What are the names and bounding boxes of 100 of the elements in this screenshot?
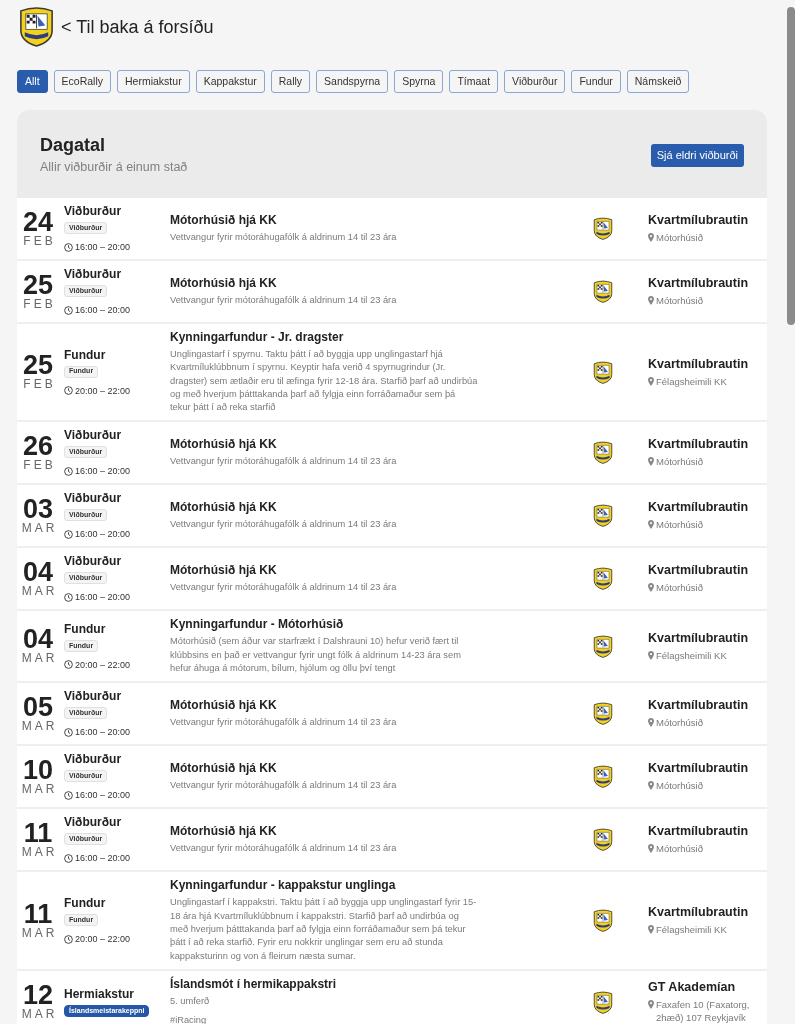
event-day: 25 — [22, 353, 53, 378]
filter-button[interactable]: Kappakstur — [195, 70, 265, 93]
event-month: FEB — [22, 296, 56, 311]
club-logo — [593, 828, 613, 852]
event-description: Vettvangur fyrir mótoráhugafólk á aldrinum 14 til 23 ára — [170, 293, 398, 307]
club-logo — [593, 504, 613, 528]
venue-name: Kvartmílubrautin — [648, 437, 749, 453]
event-category: Viðburður — [64, 554, 123, 570]
map-pin-icon — [648, 457, 654, 467]
clock-icon — [64, 727, 73, 737]
event-month: MAR — [20, 521, 58, 535]
club-logo — [593, 360, 613, 384]
map-pin-icon — [648, 718, 654, 728]
event-day: 04 — [22, 627, 53, 652]
clock-icon — [64, 853, 73, 863]
venue-address: Mótorhúsið — [656, 455, 703, 469]
event-title: Mótorhúsið hjá KK — [170, 698, 278, 714]
filter-button[interactable]: Hermiakstur — [117, 70, 190, 93]
event-description: Unglingastarf í kappakstri. Taktu þátt í að byggja upp unglingastarf fyrir 15-18 ára hjá Kvartmíluklúbbnum í kappakstri. Starfið þarf að undirbúa og með hverjum þátttakanda þarf að fylgja einn forráðamaður sem þá tekur þátt í að reka starfið. Fyrir eru nokkrir unglingar sem eru að stunda kappaksturinn og von á fleirum næsta sumar. — [170, 896, 478, 963]
filter-button[interactable]: Tímaat — [449, 70, 499, 93]
venue-address: Félagsheimili KK — [656, 374, 727, 388]
event-description: Vettvangur fyrir mótoráhugafólk á aldrinum 14 til 23 ára — [170, 842, 398, 856]
clock-icon — [64, 593, 73, 602]
calendar-title: Dagatal — [40, 133, 107, 156]
venue-name: Kvartmílubrautin — [648, 630, 749, 646]
event-month: MAR — [20, 651, 58, 666]
event-description: Vettvangur fyrir mótoráhugafólk á aldrinum 14 til 23 ára — [170, 581, 398, 595]
event-category: Viðburður — [64, 752, 123, 768]
event-day: 03 — [22, 497, 53, 521]
map-pin-icon — [648, 296, 654, 305]
filter-button[interactable]: Fundur — [571, 70, 621, 93]
filter-button[interactable]: Spyrna — [394, 70, 444, 93]
filter-button[interactable]: EcoRally — [53, 70, 112, 93]
event-month: MAR — [20, 781, 58, 796]
club-logo — [593, 909, 613, 933]
event-description: Mótorhúsið (sem áður var starfrækt í Dalshrauni 10) hefur verið fært til klúbbsins en það er vettvangur fyrir ungt fólk á aldrinum 14-23 ára sem hefur áhuga á mótorum, bílum, hjólum og öllu því tengt — [170, 635, 462, 676]
venue-name: GT Akademían — [648, 980, 737, 996]
venue-address: Mótorhúsið — [656, 779, 703, 793]
event-day: 05 — [22, 694, 53, 719]
event-title: Mótorhúsið hjá KK — [170, 761, 278, 777]
event-day: 11 — [23, 820, 53, 845]
event-category: Viðburður — [64, 204, 123, 219]
event-day: 11 — [23, 901, 53, 926]
map-pin-icon — [648, 376, 654, 386]
older-events-button[interactable]: Sjá eldri viðburði — [650, 143, 744, 167]
clock-icon — [64, 467, 73, 476]
filter-button[interactable]: Viðburður — [504, 70, 566, 93]
event-description: Vettvangur fyrir mótoráhugafólk á aldrinum 14 til 23 ára — [170, 518, 398, 532]
scrollbar-thumb[interactable] — [787, 7, 795, 325]
event-description: 5. umferð — [170, 994, 211, 1008]
event-month: MAR — [20, 718, 58, 733]
filter-button[interactable]: Allt — [17, 70, 48, 93]
clock-icon — [64, 934, 73, 944]
event-title: Kynningarfundur - Mótorhúsið — [170, 617, 345, 633]
clock-icon — [64, 386, 73, 396]
event-time: 16:00 – 20:00 — [75, 528, 131, 541]
filter-button[interactable]: Rally — [270, 70, 311, 93]
club-logo[interactable] — [18, 6, 55, 47]
event-month: FEB — [22, 458, 56, 472]
venue-address: Faxafen 10 (Faxatorg, 2hæð) 107 Reykjavík — [656, 998, 751, 1024]
club-logo — [593, 441, 613, 465]
event-day: 04 — [22, 560, 53, 584]
event-title: Mótorhúsið hjá KK — [170, 275, 278, 291]
venue-name: Kvartmílubrautin — [648, 356, 749, 372]
club-logo — [593, 567, 613, 591]
venue-name: Kvartmílubrautin — [648, 824, 749, 840]
event-time: 20:00 – 22:00 — [75, 933, 131, 946]
event-month: MAR — [20, 925, 58, 940]
event-category: Fundur — [64, 896, 107, 912]
event-title: Mótorhúsið hjá KK — [170, 212, 278, 228]
event-category: Hermiakstur — [64, 987, 136, 1003]
event-title: Mótorhúsið hjá KK — [170, 824, 278, 840]
event-time: 16:00 – 20:00 — [75, 852, 131, 865]
event-time: 16:00 – 20:00 — [75, 591, 131, 604]
venue-address: Félagsheimili KK — [656, 923, 727, 937]
event-category: Viðburður — [64, 428, 123, 444]
filter-button[interactable]: Námskeið — [626, 70, 690, 93]
venue-name: Kvartmílubrautin — [648, 276, 749, 291]
event-time: 16:00 – 20:00 — [75, 789, 131, 802]
event-description: Vettvangur fyrir mótoráhugafólk á aldrinum 14 til 23 ára — [170, 716, 398, 730]
filter-button[interactable]: Sandspyrna — [316, 70, 389, 93]
event-month: MAR — [20, 584, 58, 598]
venue-name: Kvartmílubrautin — [648, 500, 749, 516]
clock-icon — [64, 242, 73, 252]
event-time: 16:00 – 20:00 — [75, 465, 131, 478]
back-link[interactable]: < Til baka á forsíðu — [61, 15, 214, 38]
venue-name: Kvartmílubrautin — [648, 905, 749, 921]
venue-address: Mótorhúsið — [656, 842, 703, 856]
map-pin-icon — [648, 650, 654, 660]
venue-name: Kvartmílubrautin — [648, 698, 749, 714]
venue-address: Félagsheimili KK — [656, 648, 727, 662]
venue-address: Mótorhúsið — [656, 581, 703, 595]
event-category: Viðburður — [64, 689, 123, 705]
venue-name: Kvartmílubrautin — [648, 563, 749, 579]
map-pin-icon — [648, 520, 654, 530]
event-category: Viðburður — [64, 491, 123, 507]
event-month: FEB — [22, 377, 56, 392]
event-time: 20:00 – 22:00 — [75, 384, 131, 397]
event-description: Vettvangur fyrir mótoráhugafólk á aldrinum 14 til 23 ára — [170, 230, 398, 244]
club-logo — [593, 702, 613, 726]
